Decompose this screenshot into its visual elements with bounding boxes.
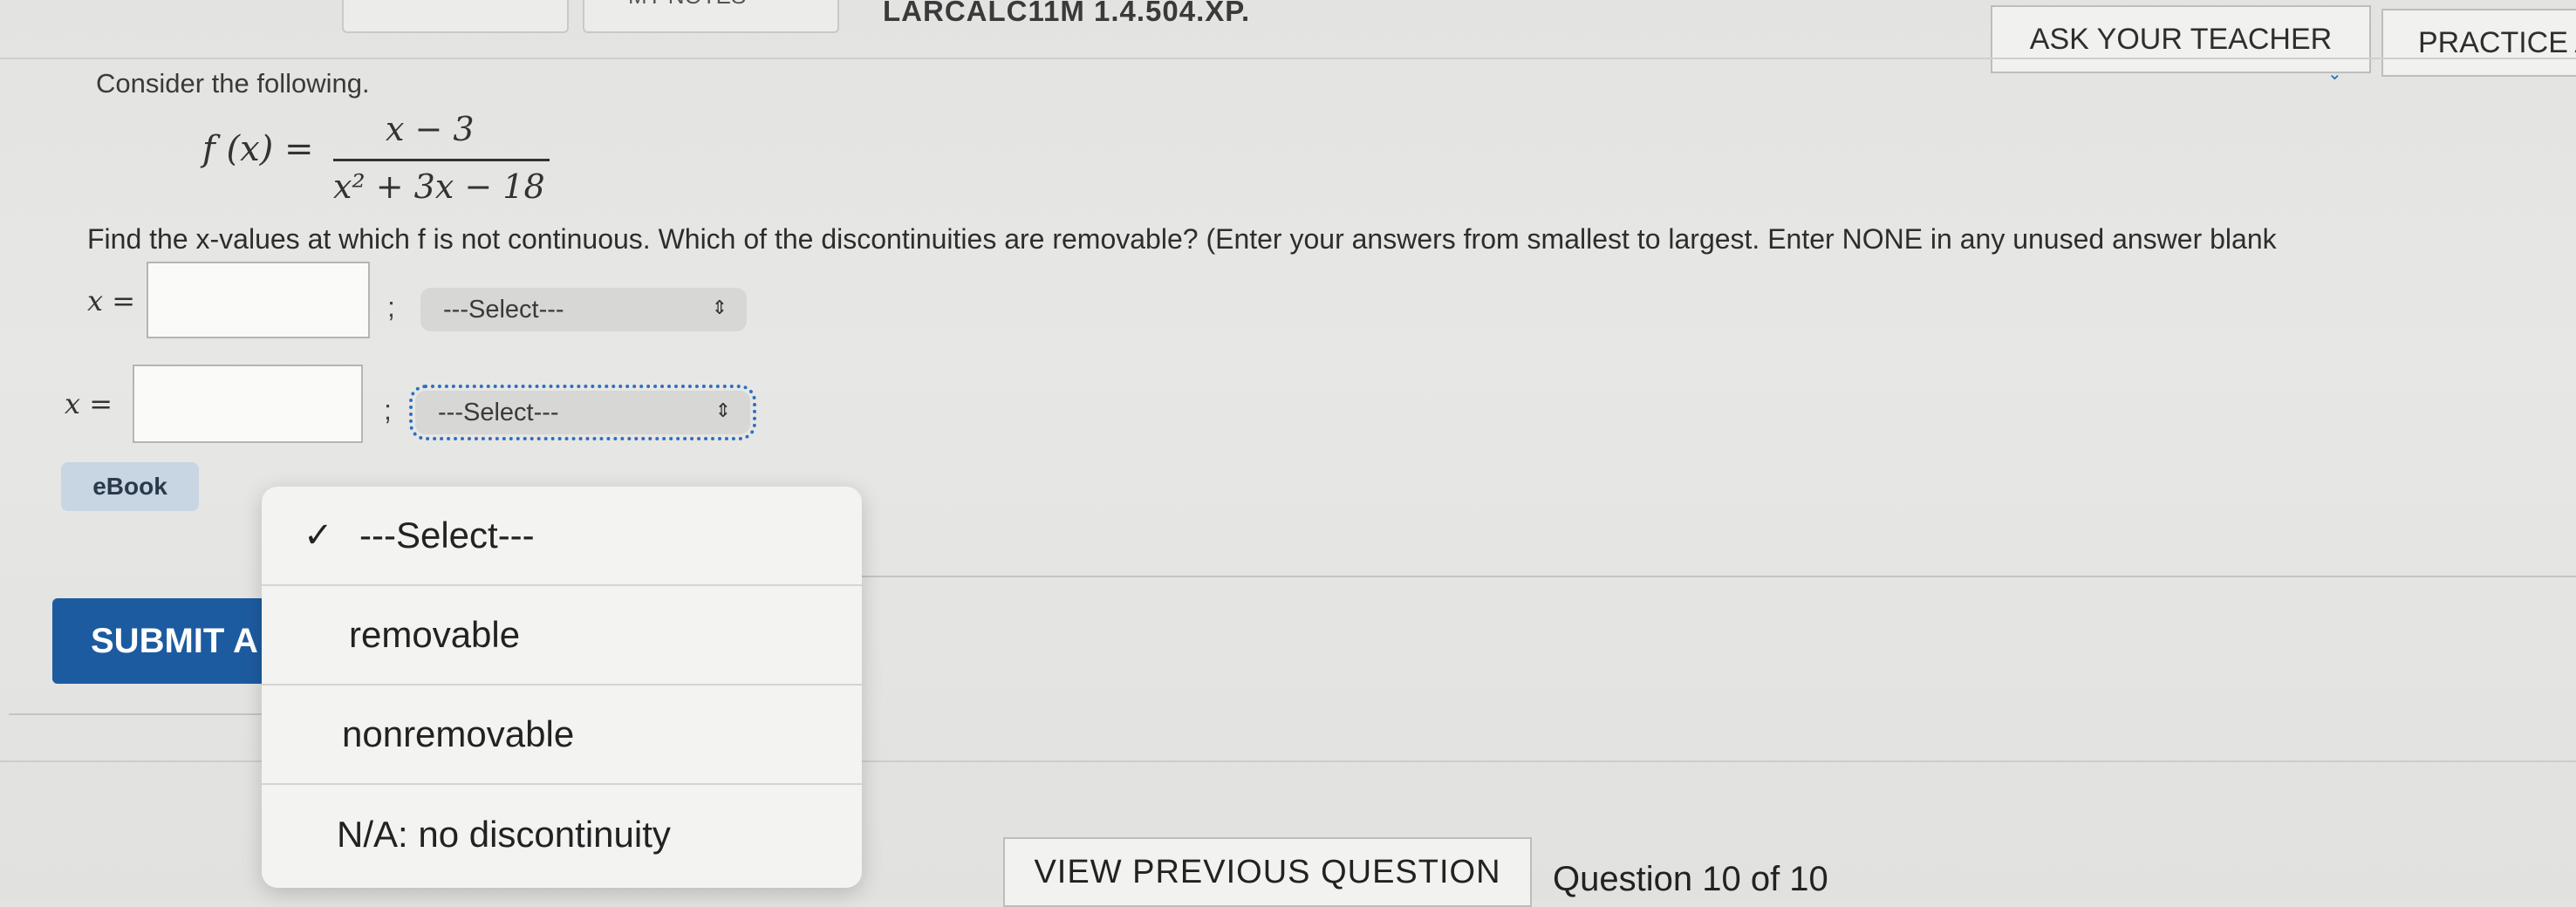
panel-divider [855, 576, 2576, 577]
chevron-down-icon: ⌄ [2327, 65, 2342, 84]
option-label: N/A: no discontinuity [337, 814, 671, 855]
answer-1-separator: ; [387, 291, 395, 323]
answer-1-select-value: ---Select--- [443, 295, 564, 324]
fraction-numerator: x − 3 [386, 110, 475, 148]
answer-1-input[interactable] [147, 262, 370, 338]
dropdown-option-no-discontinuity[interactable]: N/A: no discontinuity [262, 785, 862, 884]
tab-scores[interactable] [342, 0, 569, 33]
question-counter: Question 10 of 10 [1553, 860, 1828, 898]
ebook-button[interactable]: eBook [61, 462, 199, 511]
ask-teacher-label: ASK YOUR TEACHER [2029, 22, 2333, 56]
tab-my-notes-label: MY NOTES [628, 0, 746, 10]
panel-bottom-border [9, 713, 270, 715]
dropdown-option-nonremovable[interactable]: nonremovable [262, 685, 862, 785]
tab-my-notes[interactable]: MY NOTES [583, 0, 839, 33]
fraction-bar [333, 159, 550, 161]
submit-label: SUBMIT A [91, 621, 258, 660]
answer-1-select[interactable]: ---Select--- ⇕ [420, 288, 747, 331]
problem-reference: LARCALC11M 1.4.504.XP. [883, 0, 1251, 27]
ask-teacher-button[interactable]: ASK YOUR TEACHER [1991, 5, 2371, 73]
option-label: ---Select--- [359, 515, 535, 556]
problem-intro: Consider the following. [96, 68, 370, 99]
function-lhs: f (x) = [202, 129, 314, 169]
dropdown-option-removable[interactable]: removable [262, 586, 862, 685]
practice-button[interactable]: PRACTICE A [2381, 9, 2576, 77]
answer-2-separator: ; [384, 394, 392, 426]
select-arrows-icon: ⇕ [711, 297, 728, 318]
answer-2-input[interactable] [133, 365, 363, 443]
removability-dropdown-menu: ✓ ---Select--- removable nonremovable N/… [262, 487, 862, 888]
select-arrows-icon: ⇕ [714, 399, 731, 421]
answer-1-label: x = [87, 284, 136, 317]
dropdown-option-select[interactable]: ✓ ---Select--- [262, 487, 862, 586]
option-label: removable [349, 614, 521, 655]
answer-2-select-value: ---Select--- [438, 398, 559, 426]
practice-label: PRACTICE A [2418, 25, 2576, 59]
fraction-denominator: x² + 3x − 18 [333, 167, 545, 206]
view-previous-label: VIEW PREVIOUS QUESTION [1034, 853, 1501, 890]
answer-2-label: x = [65, 387, 113, 420]
view-previous-question-button[interactable]: VIEW PREVIOUS QUESTION [1003, 837, 1532, 907]
answer-2-select[interactable]: ---Select--- ⇕ [409, 385, 756, 440]
checkmark-icon: ✓ [304, 516, 333, 555]
ebook-label: eBook [92, 473, 167, 500]
problem-instructions: Find the x-values at which f is not cont… [87, 223, 2277, 255]
option-label: nonremovable [342, 713, 575, 754]
header-divider [0, 58, 2576, 59]
